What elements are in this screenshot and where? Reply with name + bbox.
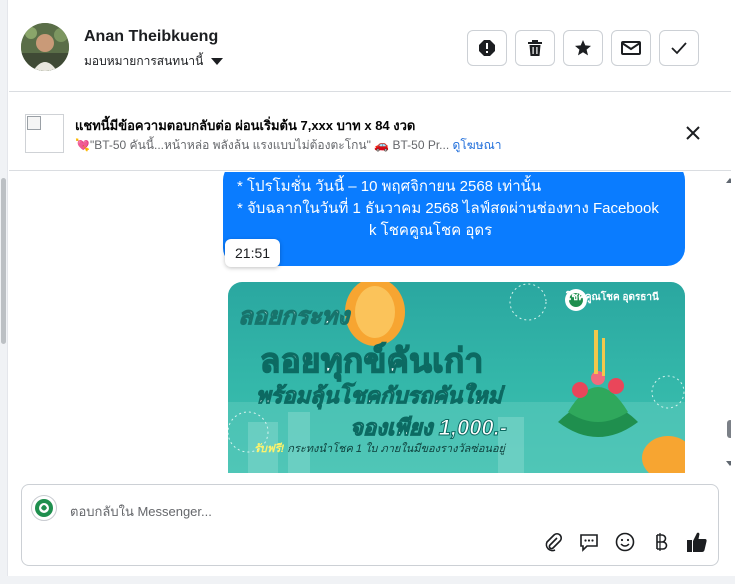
message-line: k โชคคูณโชค อุดร [369, 222, 493, 239]
promo-free-gift: รับฟรี! กระทงนำโชค 1 ใบ ภายในมีของรางวัล… [254, 439, 505, 457]
attach-button[interactable] [542, 531, 564, 553]
left-scrollbar-thumb[interactable] [1, 178, 6, 344]
envelope-icon [621, 41, 641, 55]
header-actions [467, 30, 699, 66]
composer-toolbar [542, 531, 708, 553]
checkmark-icon [671, 42, 687, 55]
promo-free-text: กระทงนำโชค 1 ใบ ภายในมีของรางวัลซ่อนอยู่ [284, 443, 506, 455]
promo-title: ลอยกระทง [237, 303, 350, 331]
assign-conversation-dropdown[interactable]: มอบหมายการสนทนานี้ [84, 52, 224, 71]
star-button[interactable] [563, 30, 603, 66]
chevron-down-icon [211, 58, 224, 65]
broken-image-icon [27, 116, 41, 130]
alert-icon [479, 40, 495, 56]
reply-composer[interactable]: ตอบกลับใน Messenger... [21, 484, 719, 566]
baht-icon [656, 533, 668, 551]
mark-unread-button[interactable] [611, 30, 651, 66]
promo-subline: พร้อมลุ้นโชคกับรถคันใหม่ [256, 383, 503, 409]
like-button[interactable] [686, 531, 708, 553]
message-line: * จับฉลากในวันที่ 1 ธันวาคม 2568 ไลฟ์สดผ… [237, 200, 659, 217]
timestamp-tooltip: 21:51 [225, 239, 281, 267]
promo-free-prefix: รับฟรี! [254, 443, 285, 455]
view-ad-link[interactable]: ดูโฆษณา [453, 138, 502, 152]
contact-name: Anan Theibkueng [84, 28, 219, 45]
left-scrollbar[interactable] [0, 0, 8, 584]
speech-bubble-icon [580, 534, 598, 552]
thread-scrollbar[interactable] [723, 172, 731, 473]
page-avatar [31, 495, 57, 521]
trash-icon [528, 40, 542, 56]
scroll-up-arrow-icon [726, 178, 731, 183]
ad-title: แชทนี้มีข้อความตอบกลับต่อ ผ่อนเริ่มต้น 7… [75, 118, 416, 133]
scroll-thumb [727, 420, 731, 438]
paperclip-icon [545, 532, 563, 552]
reply-input[interactable]: ตอบกลับใน Messenger... [70, 501, 212, 522]
bottom-edge [0, 576, 735, 584]
mark-done-button[interactable] [659, 30, 699, 66]
assign-label: มอบหมายการสนทนานี้ [84, 54, 204, 68]
message-bubble[interactable]: * โปรโมชั่น วันนี้ – 10 พฤศจิกายน 2568 เ… [223, 172, 685, 266]
promo-image[interactable]: ลอยกระทง โชคคูณโชค อุดรธานี ลอยทุกข์คันเ… [228, 282, 685, 473]
saved-reply-button[interactable] [578, 531, 600, 553]
emoji-button[interactable] [614, 531, 636, 553]
message-line: * โปรโมชั่น วันนี้ – 10 พฤศจิกายน 2568 เ… [237, 178, 542, 195]
ad-snippet-row: 💘"BT-50 คันนี้...หน้าหล่อ พลังล้น แรงแบบ… [75, 136, 501, 155]
promo-brand: โชคคูณโชค อุดรธานี [566, 292, 659, 303]
thumbs-up-icon [687, 532, 707, 552]
ad-thumbnail[interactable] [25, 114, 64, 153]
scroll-down-arrow-icon [726, 461, 731, 466]
contact-avatar[interactable] [21, 23, 69, 71]
mark-spam-button[interactable] [467, 30, 507, 66]
smiley-icon [615, 532, 635, 552]
ad-context-bar: แชทนี้มีข้อความตอบกลับต่อ ผ่อนเริ่มต้น 7… [9, 93, 731, 171]
payment-button[interactable] [650, 531, 672, 553]
delete-button[interactable] [515, 30, 555, 66]
message-thread[interactable]: * โปรโมชั่น วันนี้ – 10 พฤศจิกายน 2568 เ… [9, 172, 731, 473]
inbox-conversation-panel: Anan Theibkueng มอบหมายการสนทนานี้ แชทนี… [0, 0, 735, 584]
conversation-header: Anan Theibkueng มอบหมายการสนทนานี้ [9, 0, 731, 92]
ad-snippet: 💘"BT-50 คันนี้...หน้าหล่อ พลังล้น แรงแบบ… [75, 138, 450, 152]
close-icon[interactable] [685, 125, 701, 141]
star-icon [575, 40, 591, 56]
